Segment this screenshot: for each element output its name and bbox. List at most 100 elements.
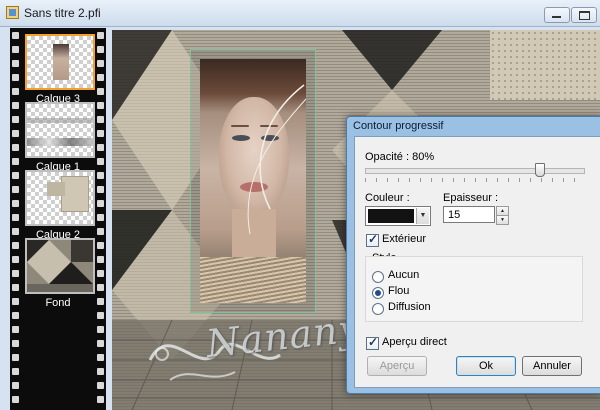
film-perforation [12, 354, 19, 361]
opacity-slider-track[interactable] [365, 168, 585, 174]
ok-button[interactable]: Ok [456, 356, 516, 376]
opacity-slider-thumb[interactable] [535, 163, 546, 177]
film-perforation [12, 200, 19, 207]
thickness-label: Epaisseur : [443, 192, 499, 204]
film-perforation [97, 270, 104, 277]
color-picker[interactable]: ▼ [365, 206, 431, 226]
film-perforation [12, 242, 19, 249]
minimize-button[interactable] [544, 7, 570, 23]
film-perforation [97, 382, 104, 389]
layer-thumbnail [25, 238, 95, 294]
film-perforation [97, 396, 104, 403]
spin-down-icon[interactable]: ▼ [496, 215, 509, 225]
minimize-icon [552, 13, 561, 18]
film-perforation [12, 312, 19, 319]
style-option-label: Diffusion [388, 301, 431, 313]
film-perforation [12, 32, 19, 39]
film-perforation [12, 158, 19, 165]
film-perforation [97, 32, 104, 39]
film-perforation [12, 88, 19, 95]
film-perforation [12, 298, 19, 305]
portrait-image [200, 59, 306, 303]
layer-item-calque-2[interactable]: Calque 2 [22, 170, 95, 241]
film-perforation [12, 186, 19, 193]
film-perforation [97, 74, 104, 81]
style-group: Aucun Flou Diffusion [365, 256, 583, 322]
cancel-button[interactable]: Annuler [522, 356, 582, 376]
portrait-selection-frame [190, 49, 316, 313]
film-perforation [97, 284, 104, 291]
film-perforation [12, 270, 19, 277]
film-perforation [12, 46, 19, 53]
layer-thumbnail [25, 34, 95, 90]
layer-item-fond[interactable]: Fond [22, 238, 95, 309]
film-perforation [97, 228, 104, 235]
film-perforation [97, 88, 104, 95]
film-perforation [97, 354, 104, 361]
style-option-label: Aucun [388, 269, 420, 281]
maximize-button[interactable] [571, 7, 597, 23]
film-perforation [97, 214, 104, 221]
layers-panel: Calque 3 Calque 1 Calque 2 Fond [10, 28, 106, 410]
film-perforation [97, 102, 104, 109]
exterior-label: Extérieur [382, 233, 427, 245]
film-perforation [97, 298, 104, 305]
film-perforation [12, 102, 19, 109]
layer-thumbnail [25, 170, 95, 226]
style-radio-aucun[interactable] [372, 271, 384, 283]
film-perforation [97, 116, 104, 123]
film-perforation [12, 326, 19, 333]
style-radio-flou[interactable] [372, 287, 384, 299]
film-perforation [97, 340, 104, 347]
film-perforation [12, 228, 19, 235]
film-perforation [97, 130, 104, 137]
film-perforation [12, 368, 19, 375]
film-perforation [97, 46, 104, 53]
film-perforation [12, 172, 19, 179]
preview-button[interactable]: Aperçu [367, 356, 427, 376]
film-perforation [97, 158, 104, 165]
dialog-body: Opacité : 80% Couleur : ▼ Epaisseur : 15… [354, 136, 600, 388]
film-perforation [97, 242, 104, 249]
film-perforation [12, 214, 19, 221]
opacity-slider-ticks [365, 178, 585, 182]
film-perforation [97, 144, 104, 151]
film-perforation [97, 312, 104, 319]
color-label: Couleur : [365, 192, 410, 204]
checkmark-icon: ✓ [368, 232, 379, 246]
live-preview-label: Aperçu direct [382, 336, 447, 348]
title-bar[interactable]: Sans titre 2.pfi [0, 0, 600, 27]
film-perforation [97, 186, 104, 193]
film-perforation [12, 116, 19, 123]
soft-outline-dialog: Contour progressif Opacité : 80% Couleur… [346, 116, 600, 394]
film-perforation [12, 382, 19, 389]
maximize-icon [579, 11, 590, 20]
film-perforation [12, 284, 19, 291]
checkmark-icon: ✓ [368, 335, 379, 349]
film-perforation [12, 340, 19, 347]
style-radio-diffusion[interactable] [372, 303, 384, 315]
exterior-checkbox[interactable]: ✓ [366, 232, 379, 247]
color-swatch [368, 209, 414, 223]
style-option-label: Flou [388, 285, 410, 297]
app-icon [6, 6, 19, 19]
film-perforation [12, 144, 19, 151]
film-perforation [12, 256, 19, 263]
window-title: Sans titre 2.pfi [24, 6, 101, 20]
film-perforation [12, 60, 19, 67]
film-perforation [12, 130, 19, 137]
film-perforation [97, 326, 104, 333]
dropdown-arrow-icon[interactable]: ▼ [416, 208, 429, 224]
live-preview-checkbox[interactable]: ✓ [366, 335, 379, 350]
film-perforation [97, 60, 104, 67]
thickness-input[interactable]: 15 [443, 206, 495, 223]
film-perforation [97, 256, 104, 263]
film-perforation [97, 172, 104, 179]
layer-item-calque-1[interactable]: Calque 1 [22, 102, 95, 173]
film-perforation [12, 396, 19, 403]
radio-dot-icon [375, 290, 381, 296]
film-perforation [97, 368, 104, 375]
dialog-title: Contour progressif [353, 120, 444, 132]
layer-item-calque-3[interactable]: Calque 3 [22, 34, 95, 105]
layer-label: Fond [45, 297, 71, 309]
